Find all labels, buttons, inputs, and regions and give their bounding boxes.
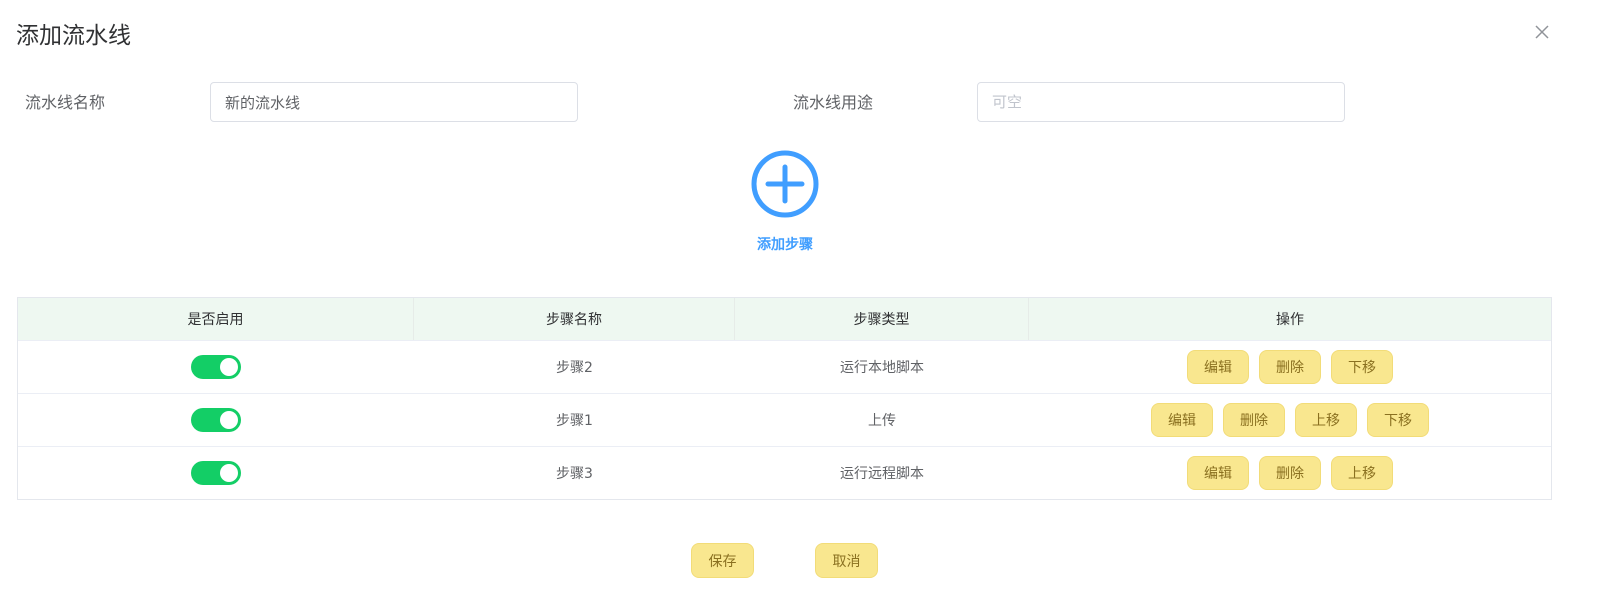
enable-switch[interactable]	[191, 461, 241, 485]
pipeline-purpose-label: 流水线用途	[793, 93, 874, 112]
table-header: 是否启用 步骤名称 步骤类型 操作	[18, 298, 1551, 340]
delete-button[interactable]: 删除	[1259, 456, 1321, 490]
column-header-enabled: 是否启用	[18, 298, 414, 340]
dialog-title: 添加流水线	[16, 23, 131, 49]
column-header-step-type: 步骤类型	[735, 298, 1029, 340]
table-row: 步骤1 上传 编辑 删除 上移 下移	[18, 393, 1551, 446]
table-row: 步骤2 运行本地脚本 编辑 删除 下移	[18, 340, 1551, 393]
column-header-step-name: 步骤名称	[414, 298, 735, 340]
move-down-button[interactable]: 下移	[1367, 403, 1429, 437]
enable-switch[interactable]	[191, 355, 241, 379]
cancel-button[interactable]: 取消	[815, 543, 878, 578]
pipeline-purpose-input[interactable]	[977, 82, 1345, 122]
add-step-button[interactable]: 添加步骤	[740, 146, 830, 258]
actions-cell: 编辑 删除 上移 下移	[1029, 394, 1551, 446]
enable-switch[interactable]	[191, 408, 241, 432]
add-step-label: 添加步骤	[757, 237, 813, 253]
step-type-cell: 运行本地脚本	[840, 360, 924, 376]
edit-button[interactable]: 编辑	[1187, 350, 1249, 384]
switch-knob	[220, 464, 238, 482]
pipeline-name-input[interactable]	[210, 82, 578, 122]
pipeline-name-label: 流水线名称	[25, 93, 106, 112]
step-type-cell: 上传	[868, 413, 896, 429]
actions-cell: 编辑 删除 上移	[1029, 447, 1551, 499]
column-header-actions: 操作	[1276, 312, 1304, 328]
switch-knob	[220, 358, 238, 376]
edit-button[interactable]: 编辑	[1187, 456, 1249, 490]
step-name-cell: 步骤3	[556, 466, 593, 482]
steps-table: 是否启用 步骤名称 步骤类型 操作 步骤2 运行本地脚本 编辑 删除 下移 步骤…	[17, 297, 1552, 500]
close-icon[interactable]	[1530, 20, 1554, 44]
move-up-button[interactable]: 上移	[1295, 403, 1357, 437]
switch-knob	[220, 411, 238, 429]
plus-circle-icon	[751, 150, 819, 218]
step-name-cell: 步骤2	[556, 360, 593, 376]
move-down-button[interactable]: 下移	[1331, 350, 1393, 384]
table-row: 步骤3 运行远程脚本 编辑 删除 上移	[18, 446, 1551, 499]
delete-button[interactable]: 删除	[1223, 403, 1285, 437]
actions-cell: 编辑 删除 下移	[1029, 341, 1551, 393]
save-button[interactable]: 保存	[691, 543, 754, 578]
step-type-cell: 运行远程脚本	[840, 466, 924, 482]
move-up-button[interactable]: 上移	[1331, 456, 1393, 490]
edit-button[interactable]: 编辑	[1151, 403, 1213, 437]
step-name-cell: 步骤1	[556, 413, 593, 429]
delete-button[interactable]: 删除	[1259, 350, 1321, 384]
